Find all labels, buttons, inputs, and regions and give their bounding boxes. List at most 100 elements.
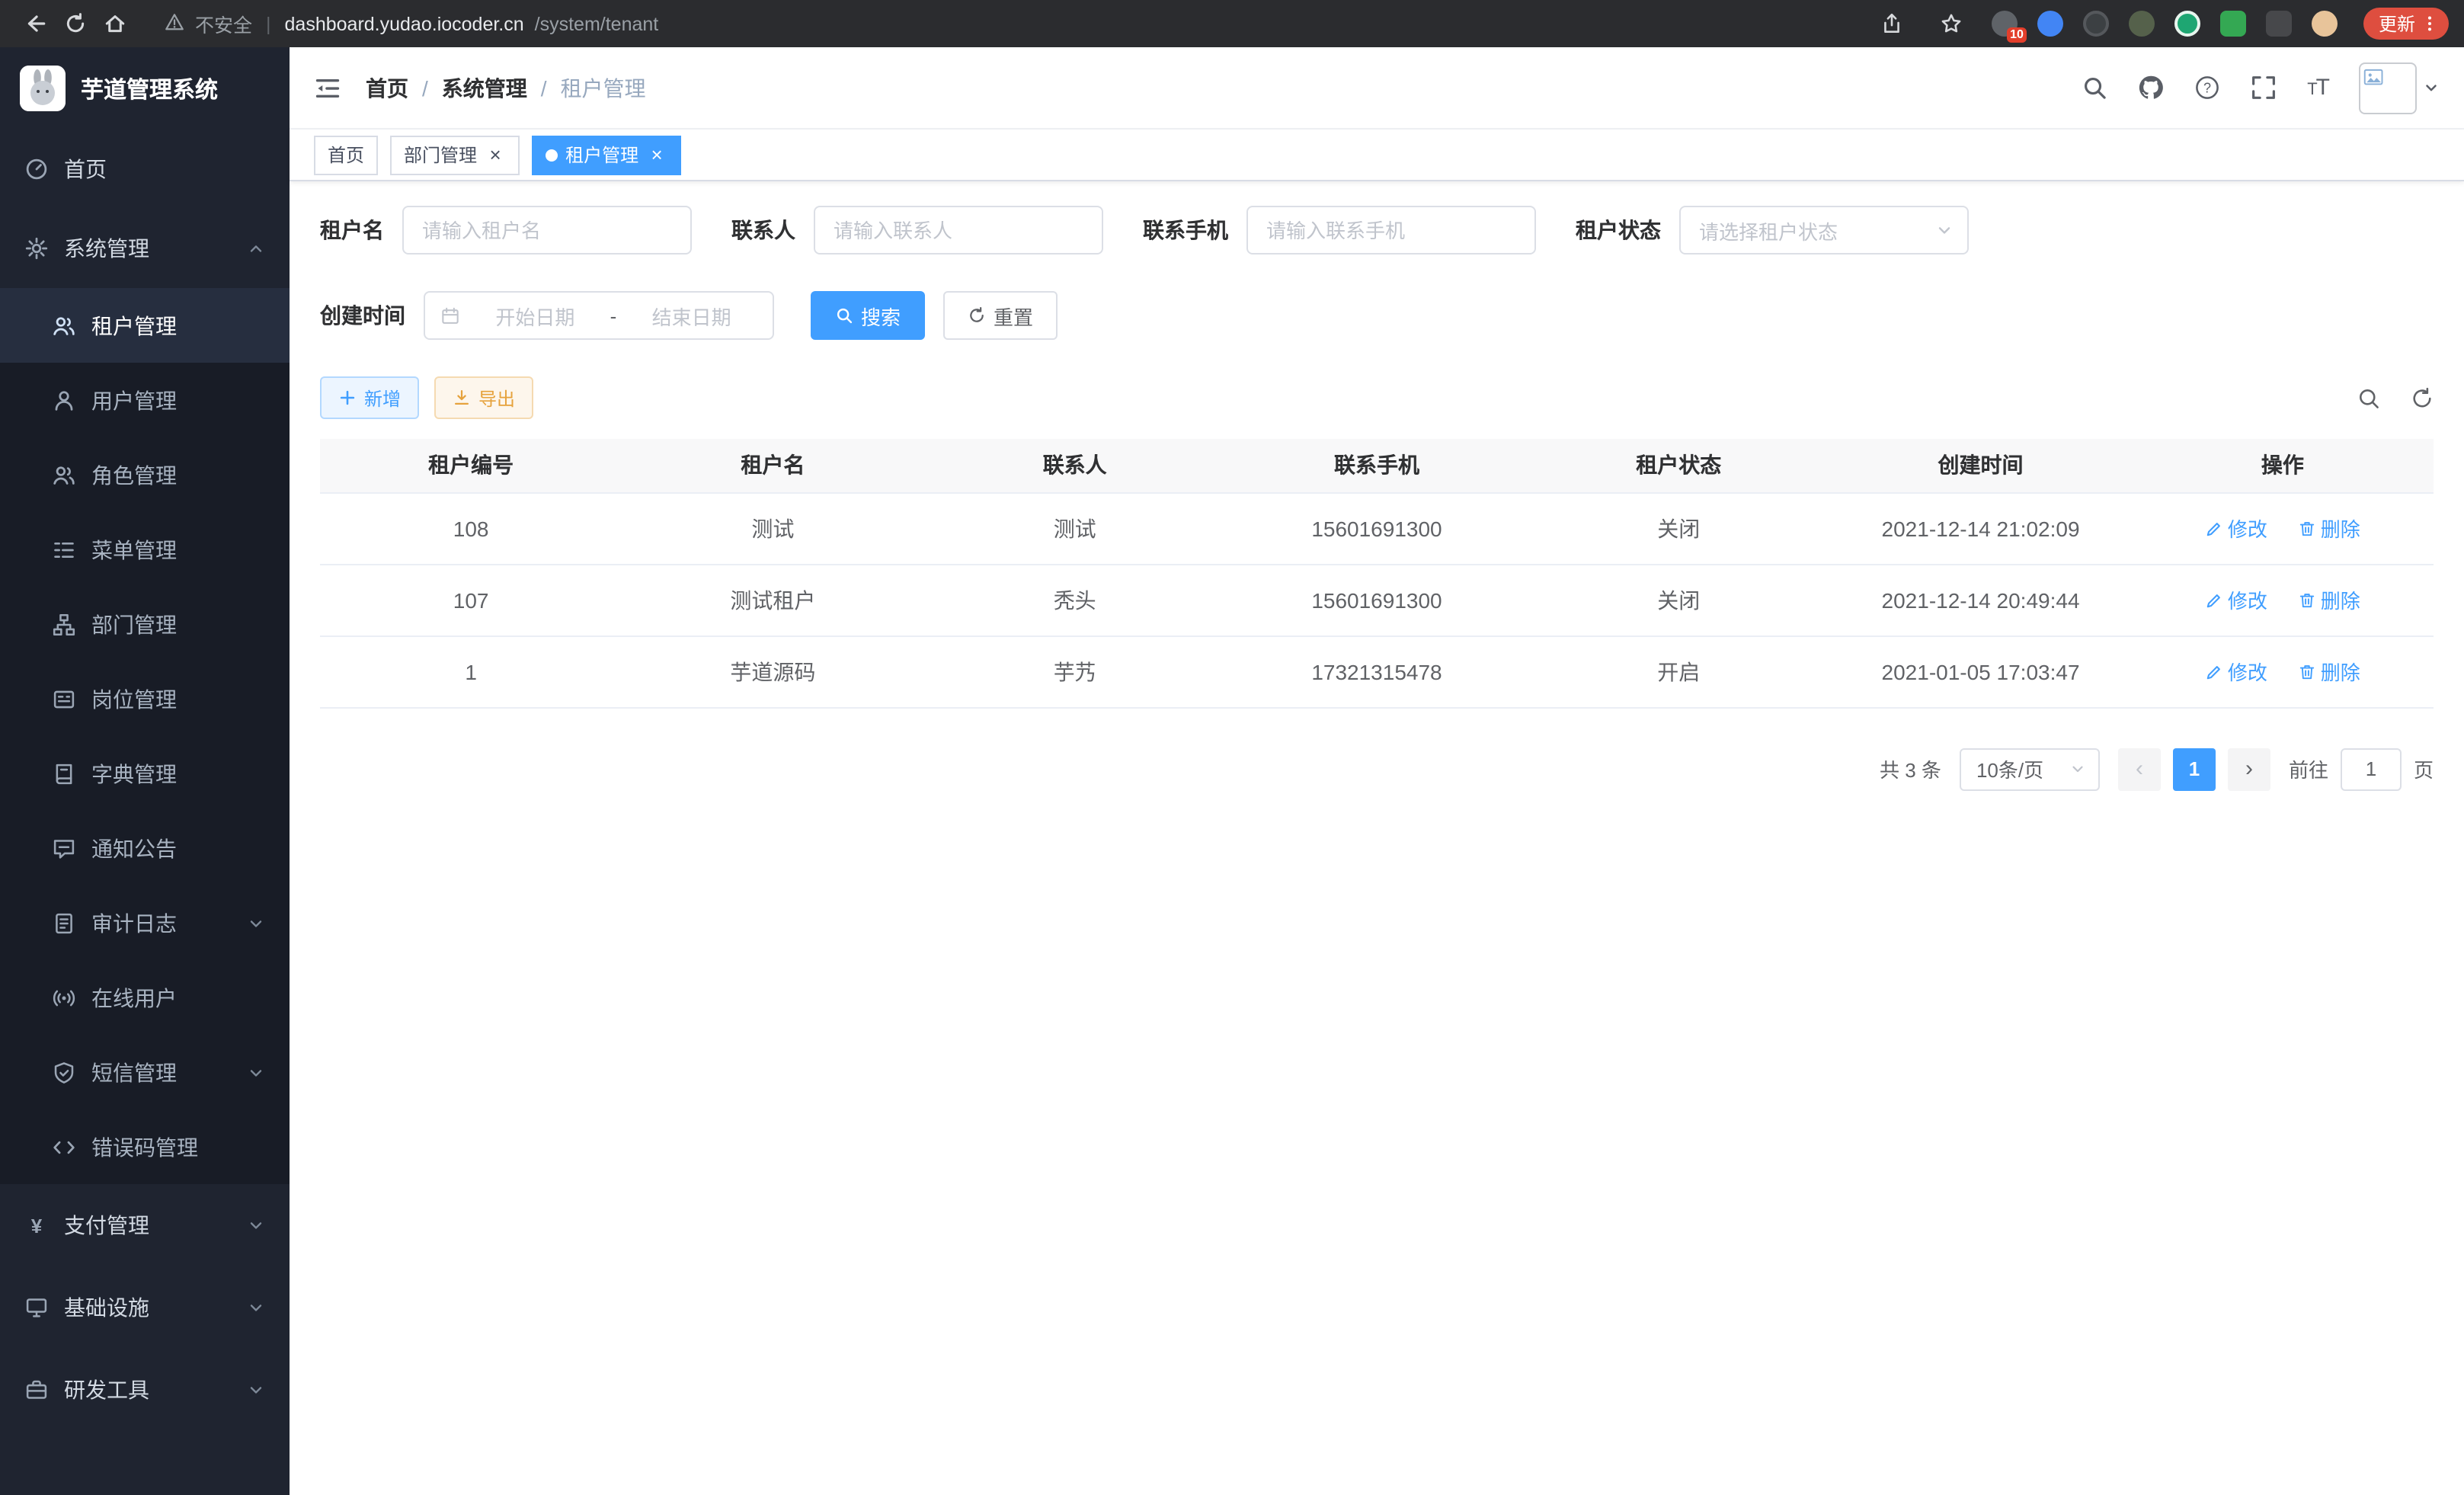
add-button[interactable]: 新增: [320, 376, 419, 419]
sidebar-item-online-user[interactable]: 在线用户: [0, 960, 290, 1035]
app-logo[interactable]: 芋道管理系统: [0, 47, 290, 130]
cell-id: 107: [320, 564, 622, 635]
delete-link[interactable]: 删除: [2298, 657, 2360, 686]
tenant-name-label: 租户名: [320, 215, 384, 245]
goto-page-input[interactable]: [2341, 748, 2402, 790]
sidebar-item-audit-log[interactable]: 审计日志: [0, 885, 290, 960]
sidebar-item-role[interactable]: 角色管理: [0, 437, 290, 512]
browser-toolbar: 不安全 | dashboard.yudao.iocoder.cn/system/…: [0, 0, 2464, 47]
sidebar-item-payment[interactable]: ¥ 支付管理: [0, 1184, 290, 1266]
user-avatar-menu[interactable]: [2359, 62, 2440, 114]
search-button-label: 搜索: [861, 301, 901, 330]
delete-link[interactable]: 删除: [2298, 585, 2360, 614]
profile-avatar[interactable]: [2312, 11, 2338, 37]
pager: ‹ 1 ›: [2118, 748, 2270, 790]
chevron-down-icon: [247, 1216, 265, 1234]
sidebar-menu: 首页 系统管理 租户管理 用户管理: [0, 130, 290, 1495]
sidebar-item-dev-tools[interactable]: 研发工具: [0, 1349, 290, 1431]
edit-link[interactable]: 修改: [2205, 657, 2267, 686]
edit-link[interactable]: 修改: [2205, 585, 2267, 614]
export-button[interactable]: 导出: [434, 376, 533, 419]
extension-icon-1[interactable]: 10: [1992, 11, 2018, 37]
sidebar-item-dict[interactable]: 字典管理: [0, 736, 290, 811]
sidebar-item-infrastructure[interactable]: 基础设施: [0, 1266, 290, 1349]
sidebar-item-menu[interactable]: 菜单管理: [0, 512, 290, 587]
toggle-search-icon[interactable]: [2357, 386, 2380, 409]
dashboard-icon: [24, 157, 49, 181]
help-icon[interactable]: ?: [2194, 75, 2220, 101]
tenant-name-input[interactable]: [402, 206, 692, 255]
search-icon[interactable]: [2082, 75, 2107, 101]
add-button-label: 新增: [364, 385, 401, 411]
close-icon[interactable]: ×: [646, 144, 667, 165]
bookmark-star-icon[interactable]: [1932, 7, 1972, 40]
cell-contact: 测试: [924, 492, 1226, 564]
breadcrumb: 首页 / 系统管理 / 租户管理: [366, 72, 646, 103]
sidebar-item-user[interactable]: 用户管理: [0, 363, 290, 437]
chrome-update-button[interactable]: 更新: [2363, 8, 2449, 40]
extension-icon-4[interactable]: [2129, 11, 2155, 37]
refresh-table-icon[interactable]: [2411, 386, 2434, 409]
address-bar[interactable]: 不安全 | dashboard.yudao.iocoder.cn/system/…: [165, 9, 658, 38]
tab-tenant[interactable]: 租户管理 ×: [532, 135, 681, 174]
breadcrumb-system[interactable]: 系统管理: [442, 72, 527, 103]
sidebar-item-label: 短信管理: [91, 1057, 177, 1087]
fullscreen-icon[interactable]: [2251, 75, 2277, 101]
toolbox-icon: [24, 1378, 49, 1402]
menu-fold-icon[interactable]: [314, 74, 341, 101]
sidebar-item-home[interactable]: 首页: [0, 130, 290, 209]
reset-button[interactable]: 重置: [943, 291, 1058, 340]
sidebar-item-tenant[interactable]: 租户管理: [0, 288, 290, 363]
screen: 不安全 | dashboard.yudao.iocoder.cn/system/…: [0, 0, 2464, 1495]
mobile-input[interactable]: [1246, 206, 1536, 255]
trash-icon: [2298, 591, 2316, 609]
avatar: [2359, 62, 2417, 114]
edit-link[interactable]: 修改: [2205, 514, 2267, 543]
sidebar-item-error-code[interactable]: 错误码管理: [0, 1109, 290, 1184]
tab-dept[interactable]: 部门管理 ×: [390, 135, 520, 174]
page-size-select[interactable]: 10条/页: [1960, 748, 2100, 790]
delete-link[interactable]: 删除: [2298, 514, 2360, 543]
extension-icon-6[interactable]: [2220, 11, 2246, 37]
col-contact: 联系人: [924, 439, 1226, 492]
puzzle-extensions-icon[interactable]: [2266, 11, 2292, 37]
message-icon: [52, 836, 76, 860]
contact-input[interactable]: [814, 206, 1103, 255]
status-select[interactable]: 请选择租户状态: [1679, 206, 1969, 255]
date-range-picker[interactable]: 开始日期 - 结束日期: [424, 291, 774, 340]
back-icon[interactable]: [15, 7, 55, 40]
extension-icon-5[interactable]: [2174, 11, 2200, 37]
cell-actions: 修改 删除: [2132, 492, 2434, 564]
sidebar-item-system[interactable]: 系统管理: [0, 209, 290, 288]
col-status: 租户状态: [1528, 439, 1829, 492]
extension-icon-2[interactable]: [2037, 11, 2063, 37]
sidebar-item-dept[interactable]: 部门管理: [0, 587, 290, 661]
sidebar-item-post[interactable]: 岗位管理: [0, 661, 290, 736]
table-row: 1 芋道源码 芋艿 17321315478 开启 2021-01-05 17:0…: [320, 635, 2434, 707]
sidebar-item-sms[interactable]: 短信管理: [0, 1035, 290, 1109]
table-row: 107 测试租户 秃头 15601691300 关闭 2021-12-14 20…: [320, 564, 2434, 635]
home-icon[interactable]: [94, 7, 134, 40]
share-icon[interactable]: [1873, 7, 1912, 40]
tab-home[interactable]: 首页: [314, 135, 378, 174]
delete-label: 删除: [2321, 657, 2360, 686]
sidebar-item-notice[interactable]: 通知公告: [0, 811, 290, 885]
col-mobile: 联系手机: [1226, 439, 1528, 492]
extension-icon-3[interactable]: [2083, 11, 2109, 37]
prev-page-button[interactable]: ‹: [2118, 748, 2161, 790]
url-host: dashboard.yudao.iocoder.cn: [285, 13, 524, 34]
refresh-icon[interactable]: [55, 7, 94, 40]
sidebar-item-label: 审计日志: [91, 908, 177, 938]
caret-down-icon: [2423, 79, 2440, 96]
breadcrumb-home[interactable]: 首页: [366, 72, 408, 103]
delete-label: 删除: [2321, 514, 2360, 543]
trash-icon: [2298, 519, 2316, 537]
github-icon[interactable]: [2138, 75, 2164, 101]
pagination: 共 3 条 10条/页 ‹ 1 › 前往 页: [320, 748, 2434, 790]
next-page-button[interactable]: ›: [2228, 748, 2270, 790]
close-icon[interactable]: ×: [485, 144, 506, 165]
font-size-icon[interactable]: TT: [2307, 75, 2328, 101]
extension-badge: 10: [2007, 27, 2027, 43]
search-button[interactable]: 搜索: [811, 291, 925, 340]
page-number-button[interactable]: 1: [2173, 748, 2216, 790]
